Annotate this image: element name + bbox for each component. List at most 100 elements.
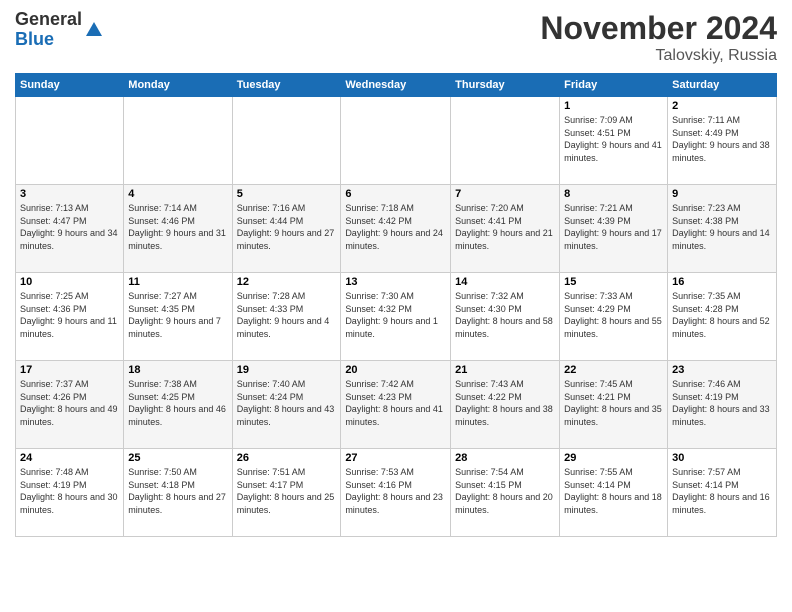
logo-icon bbox=[84, 20, 104, 40]
day-info: Sunrise: 7:55 AMSunset: 4:14 PMDaylight:… bbox=[564, 466, 663, 516]
table-row: 2Sunrise: 7:11 AMSunset: 4:49 PMDaylight… bbox=[668, 97, 777, 185]
day-number: 7 bbox=[455, 188, 555, 200]
calendar-header-row: Sunday Monday Tuesday Wednesday Thursday… bbox=[16, 74, 777, 97]
table-row: 8 Sunrise: 7:21 AMSunset: 4:39 PMDaylight… bbox=[560, 185, 668, 273]
table-row: 23 Sunrise: 7:46 AMSunset: 4:19 PMDayligh… bbox=[668, 361, 777, 449]
calendar-week-row: 24Sunrise: 7:48 AMSunset: 4:19 PMDayligh… bbox=[16, 449, 777, 537]
table-row: 24Sunrise: 7:48 AMSunset: 4:19 PMDayligh… bbox=[16, 449, 124, 537]
table-row: 25 Sunrise: 7:50 AMSunset: 4:18 PMDayligh… bbox=[124, 449, 232, 537]
day-info: Sunrise: 7:20 AMSunset: 4:41 PMDaylight:… bbox=[455, 202, 555, 252]
col-tuesday: Tuesday bbox=[232, 74, 341, 97]
table-row: 22 Sunrise: 7:45 AMSunset: 4:21 PMDayligh… bbox=[560, 361, 668, 449]
subtitle: Talovskiy, Russia bbox=[540, 47, 777, 65]
col-wednesday: Wednesday bbox=[341, 74, 451, 97]
day-info: Sunrise: 7:43 AMSunset: 4:22 PMDaylight:… bbox=[455, 378, 555, 428]
table-row bbox=[232, 97, 341, 185]
table-row: 20 Sunrise: 7:42 AMSunset: 4:23 PMDayligh… bbox=[341, 361, 451, 449]
day-number: 18 bbox=[128, 364, 227, 376]
table-row: 15 Sunrise: 7:33 AMSunset: 4:29 PMDayligh… bbox=[560, 273, 668, 361]
calendar-week-row: 10 Sunrise: 7:25 AMSunset: 4:36 PMDayligh… bbox=[16, 273, 777, 361]
table-row: 17 Sunrise: 7:37 AMSunset: 4:26 PMDayligh… bbox=[16, 361, 124, 449]
day-number: 10 bbox=[20, 276, 119, 288]
day-info: Sunrise: 7:48 AMSunset: 4:19 PMDaylight:… bbox=[20, 466, 119, 516]
day-number: 22 bbox=[564, 364, 663, 376]
calendar-week-row: 1 Sunrise: 7:09 AMSunset: 4:51 PMDaylight… bbox=[16, 97, 777, 185]
day-number: 15 bbox=[564, 276, 663, 288]
day-number: 4 bbox=[128, 188, 227, 200]
day-info: Sunrise: 7:23 AMSunset: 4:38 PMDaylight:… bbox=[672, 202, 772, 252]
day-info: Sunrise: 7:14 AMSunset: 4:46 PMDaylight:… bbox=[128, 202, 227, 252]
day-number: 1 bbox=[564, 100, 663, 112]
day-info: Sunrise: 7:46 AMSunset: 4:19 PMDaylight:… bbox=[672, 378, 772, 428]
table-row bbox=[16, 97, 124, 185]
table-row: 13 Sunrise: 7:30 AMSunset: 4:32 PMDayligh… bbox=[341, 273, 451, 361]
month-title: November 2024 bbox=[540, 10, 777, 47]
day-number: 2 bbox=[672, 100, 772, 112]
calendar-week-row: 17 Sunrise: 7:37 AMSunset: 4:26 PMDayligh… bbox=[16, 361, 777, 449]
day-info: Sunrise: 7:51 AMSunset: 4:17 PMDaylight:… bbox=[237, 466, 337, 516]
table-row: 27 Sunrise: 7:53 AMSunset: 4:16 PMDayligh… bbox=[341, 449, 451, 537]
day-number: 29 bbox=[564, 452, 663, 464]
table-row bbox=[451, 97, 560, 185]
day-info: Sunrise: 7:27 AMSunset: 4:35 PMDaylight:… bbox=[128, 290, 227, 340]
day-info: Sunrise: 7:54 AMSunset: 4:15 PMDaylight:… bbox=[455, 466, 555, 516]
day-info: Sunrise: 7:37 AMSunset: 4:26 PMDaylight:… bbox=[20, 378, 119, 428]
day-info: Sunrise: 7:33 AMSunset: 4:29 PMDaylight:… bbox=[564, 290, 663, 340]
day-info: Sunrise: 7:32 AMSunset: 4:30 PMDaylight:… bbox=[455, 290, 555, 340]
table-row: 29 Sunrise: 7:55 AMSunset: 4:14 PMDayligh… bbox=[560, 449, 668, 537]
day-info: Sunrise: 7:42 AMSunset: 4:23 PMDaylight:… bbox=[345, 378, 446, 428]
day-info: Sunrise: 7:21 AMSunset: 4:39 PMDaylight:… bbox=[564, 202, 663, 252]
day-info: Sunrise: 7:13 AMSunset: 4:47 PMDaylight:… bbox=[20, 202, 119, 252]
table-row: 18 Sunrise: 7:38 AMSunset: 4:25 PMDayligh… bbox=[124, 361, 232, 449]
day-info: Sunrise: 7:30 AMSunset: 4:32 PMDaylight:… bbox=[345, 290, 446, 340]
col-friday: Friday bbox=[560, 74, 668, 97]
title-area: November 2024 Talovskiy, Russia bbox=[540, 10, 777, 65]
table-row: 14 Sunrise: 7:32 AMSunset: 4:30 PMDayligh… bbox=[451, 273, 560, 361]
day-number: 9 bbox=[672, 188, 772, 200]
day-info: Sunrise: 7:57 AMSunset: 4:14 PMDaylight:… bbox=[672, 466, 772, 516]
day-number: 25 bbox=[128, 452, 227, 464]
day-number: 17 bbox=[20, 364, 119, 376]
day-number: 8 bbox=[564, 188, 663, 200]
day-info: Sunrise: 7:35 AMSunset: 4:28 PMDaylight:… bbox=[672, 290, 772, 340]
table-row: 9 Sunrise: 7:23 AMSunset: 4:38 PMDaylight… bbox=[668, 185, 777, 273]
col-saturday: Saturday bbox=[668, 74, 777, 97]
day-number: 30 bbox=[672, 452, 772, 464]
day-number: 21 bbox=[455, 364, 555, 376]
table-row: 12Sunrise: 7:28 AMSunset: 4:33 PMDayligh… bbox=[232, 273, 341, 361]
logo-text: General Blue bbox=[15, 10, 82, 50]
table-row: 21 Sunrise: 7:43 AMSunset: 4:22 PMDayligh… bbox=[451, 361, 560, 449]
table-row: 16Sunrise: 7:35 AMSunset: 4:28 PMDayligh… bbox=[668, 273, 777, 361]
table-row: 26 Sunrise: 7:51 AMSunset: 4:17 PMDayligh… bbox=[232, 449, 341, 537]
table-row: 3Sunrise: 7:13 AMSunset: 4:47 PMDaylight… bbox=[16, 185, 124, 273]
day-info: Sunrise: 7:28 AMSunset: 4:33 PMDaylight:… bbox=[237, 290, 337, 340]
table-row: 5Sunrise: 7:16 AMSunset: 4:44 PMDaylight… bbox=[232, 185, 341, 273]
day-info: Sunrise: 7:25 AMSunset: 4:36 PMDaylight:… bbox=[20, 290, 119, 340]
day-info: Sunrise: 7:09 AMSunset: 4:51 PMDaylight:… bbox=[564, 114, 663, 164]
header: General Blue November 2024 Talovskiy, Ru… bbox=[15, 10, 777, 65]
col-thursday: Thursday bbox=[451, 74, 560, 97]
table-row: 30 Sunrise: 7:57 AMSunset: 4:14 PMDayligh… bbox=[668, 449, 777, 537]
col-sunday: Sunday bbox=[16, 74, 124, 97]
day-info: Sunrise: 7:16 AMSunset: 4:44 PMDaylight:… bbox=[237, 202, 337, 252]
day-number: 23 bbox=[672, 364, 772, 376]
table-row: 7 Sunrise: 7:20 AMSunset: 4:41 PMDaylight… bbox=[451, 185, 560, 273]
day-info: Sunrise: 7:50 AMSunset: 4:18 PMDaylight:… bbox=[128, 466, 227, 516]
day-number: 13 bbox=[345, 276, 446, 288]
day-number: 26 bbox=[237, 452, 337, 464]
table-row: 1 Sunrise: 7:09 AMSunset: 4:51 PMDaylight… bbox=[560, 97, 668, 185]
table-row: 4 Sunrise: 7:14 AMSunset: 4:46 PMDaylight… bbox=[124, 185, 232, 273]
day-number: 20 bbox=[345, 364, 446, 376]
logo-line1: General bbox=[15, 10, 82, 30]
day-number: 27 bbox=[345, 452, 446, 464]
day-info: Sunrise: 7:40 AMSunset: 4:24 PMDaylight:… bbox=[237, 378, 337, 428]
day-info: Sunrise: 7:45 AMSunset: 4:21 PMDaylight:… bbox=[564, 378, 663, 428]
table-row bbox=[124, 97, 232, 185]
day-number: 19 bbox=[237, 364, 337, 376]
day-number: 11 bbox=[128, 276, 227, 288]
col-monday: Monday bbox=[124, 74, 232, 97]
day-number: 14 bbox=[455, 276, 555, 288]
calendar-table: Sunday Monday Tuesday Wednesday Thursday… bbox=[15, 73, 777, 537]
day-info: Sunrise: 7:53 AMSunset: 4:16 PMDaylight:… bbox=[345, 466, 446, 516]
day-info: Sunrise: 7:38 AMSunset: 4:25 PMDaylight:… bbox=[128, 378, 227, 428]
